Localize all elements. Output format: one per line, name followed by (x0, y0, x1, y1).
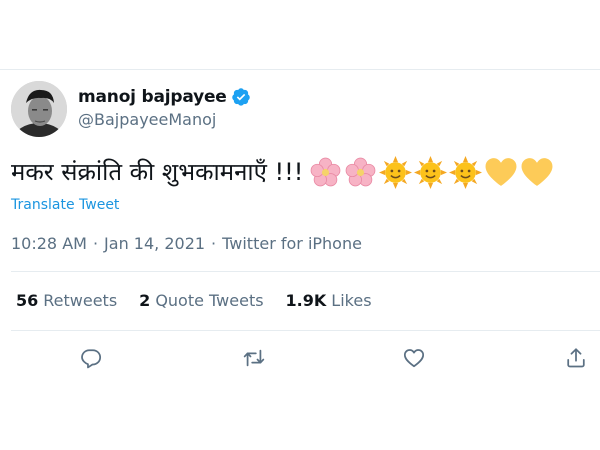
quote-tweets-count: 2 (139, 291, 151, 310)
avatar[interactable] (11, 81, 67, 137)
quote-tweets-stat[interactable]: 2 Quote Tweets (139, 291, 263, 310)
tweet-metadata: 10:28 AM · Jan 14, 2021 · Twitter for iP… (11, 234, 362, 253)
reply-button[interactable] (75, 342, 107, 374)
quote-tweets-label: Quote Tweets (155, 291, 264, 310)
like-button[interactable] (398, 342, 430, 374)
share-button[interactable] (560, 342, 592, 374)
yellow-heart-icon (520, 156, 554, 189)
cherry-blossom-icon (344, 156, 377, 189)
retweets-stat[interactable]: 56 Retweets (16, 291, 117, 310)
verified-badge-icon (231, 87, 251, 107)
emoji-group (309, 155, 554, 189)
sun-with-face-icon (449, 155, 483, 189)
retweet-button[interactable] (238, 342, 270, 374)
top-divider (0, 69, 600, 70)
tweet-actions (0, 342, 600, 374)
retweets-count: 56 (16, 291, 39, 310)
sun-with-face-icon (379, 155, 413, 189)
yellow-heart-icon (484, 156, 518, 189)
meta-separator: · (92, 234, 99, 253)
likes-label: Likes (331, 291, 372, 310)
share-icon (565, 347, 587, 369)
author-display-name[interactable]: manoj bajpayee (78, 87, 227, 107)
tweet-source[interactable]: Twitter for iPhone (222, 234, 362, 253)
engagement-stats: 56 Retweets 2 Quote Tweets 1.9K Likes (16, 291, 372, 310)
reply-icon (80, 347, 102, 369)
author-handle[interactable]: @BajpayeeManoj (78, 110, 216, 129)
sun-with-face-icon (414, 155, 448, 189)
tweet-body: मकर संक्रांति की शुभकामनाएँ !!! (11, 150, 591, 194)
tweet-time[interactable]: 10:28 AM (11, 234, 87, 253)
divider (11, 330, 600, 331)
retweets-label: Retweets (43, 291, 118, 310)
likes-count: 1.9K (285, 291, 327, 310)
likes-stat[interactable]: 1.9K Likes (286, 291, 372, 310)
translate-tweet-link[interactable]: Translate Tweet (11, 197, 119, 213)
divider (11, 271, 600, 272)
retweet-icon (242, 347, 266, 369)
cherry-blossom-icon (309, 156, 342, 189)
meta-separator: · (211, 234, 217, 253)
like-icon (402, 347, 426, 369)
tweet-date[interactable]: Jan 14, 2021 (104, 234, 205, 253)
tweet-text: मकर संक्रांति की शुभकामनाएँ !!! (11, 158, 304, 186)
